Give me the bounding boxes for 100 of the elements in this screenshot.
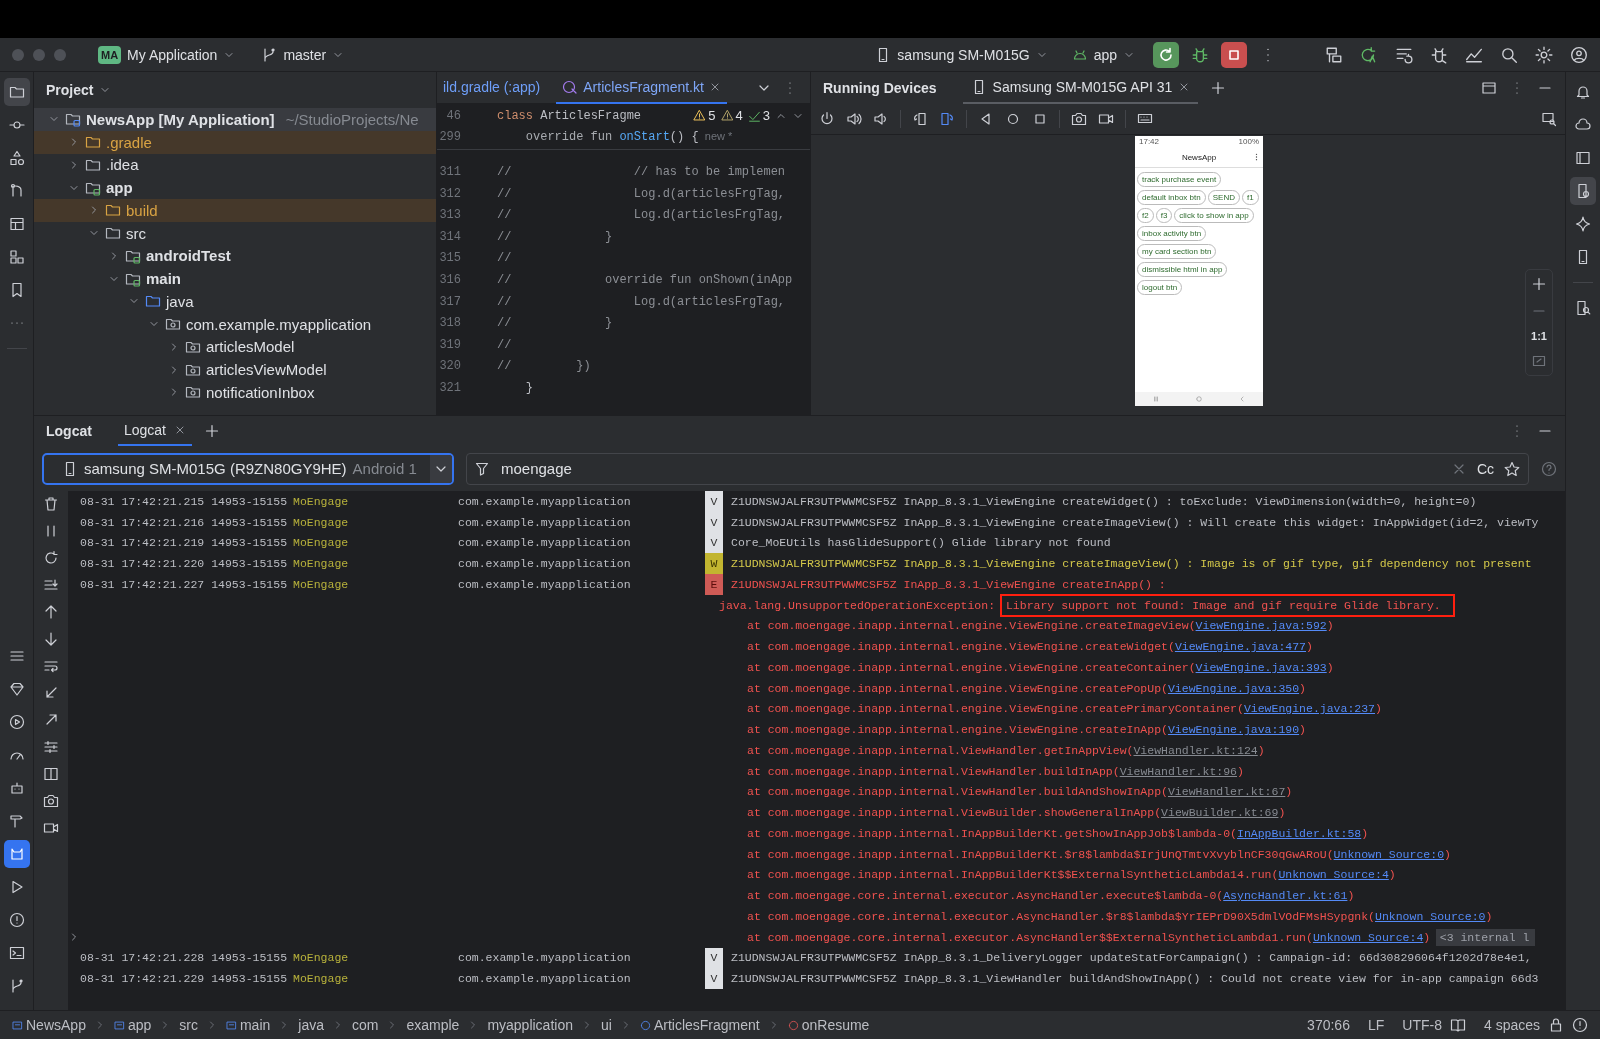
line-separator[interactable]: LF [1367, 1017, 1385, 1033]
source-link[interactable]: ViewHandler.kt:67 [1167, 785, 1286, 799]
structure-icon[interactable] [8, 249, 25, 265]
power-icon[interactable] [819, 111, 835, 127]
robot-icon[interactable] [8, 780, 25, 796]
tree-item[interactable]: notificationInbox [34, 381, 436, 404]
arrow-up-icon[interactable] [43, 604, 59, 620]
source-link[interactable]: ViewHandler.kt:96 [1119, 764, 1237, 778]
source-link[interactable]: Unknown Source:4 [1312, 930, 1424, 944]
project-view-selector[interactable]: Project [46, 82, 112, 98]
breadcrumb[interactable]: myapplication [487, 1017, 573, 1033]
tree-item[interactable]: .idea [34, 153, 436, 177]
problems-icon[interactable] [8, 912, 25, 928]
source-link[interactable]: AsyncHandler.kt:61 [1223, 889, 1348, 903]
filter-field[interactable]: moengage Cc [466, 452, 1529, 485]
phone-gear-icon[interactable] [1575, 183, 1591, 199]
tree-item[interactable]: articlesViewModel [34, 358, 436, 381]
camera-icon[interactable] [1071, 111, 1087, 127]
bug-arrow-icon[interactable] [1430, 45, 1448, 64]
source-link[interactable]: ViewBuilder.kt:69 [1161, 806, 1279, 820]
breadcrumb[interactable]: src [179, 1017, 198, 1033]
apply-code-icon[interactable] [1360, 45, 1378, 64]
cloud-icon[interactable] [1575, 117, 1591, 133]
source-link[interactable]: ViewEngine.java:393 [1195, 660, 1327, 674]
list-icon[interactable] [8, 648, 25, 664]
phone-search-icon[interactable] [1575, 300, 1591, 316]
source-link[interactable]: ViewEngine.java:350 [1167, 681, 1300, 695]
editor-tab[interactable]: ild.gradle (:app) [437, 72, 547, 104]
breadcrumb[interactable]: ArticlesFragment [639, 1017, 760, 1033]
video-icon[interactable] [43, 820, 59, 836]
device-selector[interactable]: samsung SM-M015G [869, 42, 1054, 67]
device-dropdown[interactable]: samsung SM-M015G (R9ZN80GY9HE) Android 1 [42, 452, 454, 485]
pull-request-icon[interactable] [8, 183, 25, 199]
split-icon[interactable] [43, 766, 59, 782]
bell-icon[interactable] [1575, 84, 1591, 100]
wrap-icon[interactable] [43, 658, 59, 674]
source-link[interactable]: Unknown Source:0 [1375, 909, 1486, 923]
plus-icon[interactable] [1210, 80, 1227, 96]
tree-item[interactable]: main [34, 267, 436, 290]
indent-setting[interactable]: 4 spaces [1483, 1017, 1540, 1033]
fit-screen-icon[interactable] [1531, 353, 1547, 369]
camera-icon[interactable] [43, 793, 59, 809]
device-tab[interactable]: Samsung SM-M015G API 31 [962, 72, 1199, 104]
cursor-position[interactable]: 370:66 [1307, 1017, 1350, 1033]
more-icon[interactable] [1255, 153, 1258, 161]
branch-selector[interactable]: master [255, 42, 351, 67]
match-case-toggle[interactable]: Cc [1476, 460, 1494, 477]
source-link[interactable]: ViewEngine.java:477 [1174, 640, 1306, 654]
breadcrumb[interactable]: java [298, 1017, 324, 1033]
tree-item[interactable]: com.example.myapplication [34, 312, 436, 336]
breadcrumb[interactable]: NewsApp [12, 1017, 86, 1033]
volume-up-icon[interactable] [846, 111, 862, 127]
run-configuration-selector[interactable]: app [1065, 42, 1141, 67]
source-link[interactable]: ViewEngine.java:237 [1243, 702, 1375, 716]
video-icon[interactable] [1098, 111, 1114, 127]
plus-icon[interactable] [1531, 276, 1547, 292]
tree-item[interactable]: NewsApp [My Application] ~/StudioProjects/Ne [34, 108, 436, 131]
rotate-left-icon[interactable] [912, 111, 928, 127]
stop-button[interactable] [1221, 41, 1247, 68]
cat-icon[interactable] [8, 846, 25, 862]
help-icon[interactable] [1541, 460, 1557, 477]
tree-item[interactable]: src [34, 221, 436, 245]
actual-size-button[interactable]: 1:1 [1531, 330, 1547, 342]
open-project-dropdown[interactable]: MA My Application [92, 41, 242, 68]
source-link[interactable]: ViewEngine.java:592 [1195, 619, 1327, 633]
breadcrumb[interactable]: example [406, 1017, 460, 1033]
trash-icon[interactable] [43, 496, 59, 512]
editor-tab[interactable]: ArticlesFragment.kt [556, 72, 727, 104]
breadcrumb[interactable]: main [225, 1017, 271, 1033]
terminal-icon[interactable] [8, 945, 25, 961]
book-icon[interactable] [1449, 1017, 1466, 1033]
collapsed-frames[interactable]: <3 internal l [1435, 928, 1535, 946]
rerun-button[interactable] [1153, 41, 1179, 68]
breadcrumb[interactable]: com [352, 1017, 379, 1033]
gem-icon[interactable] [8, 681, 25, 697]
sliders-icon[interactable] [43, 739, 59, 755]
folder-icon[interactable] [8, 84, 25, 100]
settings-icon[interactable] [1535, 45, 1553, 64]
breadcrumb[interactable]: app [113, 1017, 152, 1033]
tree-item[interactable]: app [34, 176, 436, 199]
tree-item[interactable]: articlesModel [34, 335, 436, 359]
overview-icon[interactable] [1032, 111, 1048, 127]
home-icon[interactable] [1005, 111, 1021, 127]
source-link[interactable]: ViewEngine.java:190 [1167, 723, 1300, 737]
inspection-count[interactable]: 5 [693, 108, 716, 124]
bug-icon[interactable] [1191, 45, 1209, 64]
scroll-to-end-icon[interactable] [43, 577, 59, 593]
plus-icon[interactable] [203, 423, 220, 439]
star-icon[interactable] [1504, 460, 1520, 477]
lock-icon[interactable] [1548, 1017, 1564, 1033]
breadcrumb[interactable]: onResume [787, 1017, 870, 1033]
arrow-down-left-icon[interactable] [43, 685, 59, 701]
source-link[interactable]: Unknown Source:4 [1278, 868, 1389, 882]
hammer-icon[interactable] [8, 813, 25, 829]
arrow-down-icon[interactable] [43, 631, 59, 647]
tree-item[interactable]: build [34, 199, 436, 222]
account-icon[interactable] [1570, 45, 1588, 64]
screen-search-icon[interactable] [1541, 111, 1557, 127]
window-icon[interactable] [1481, 80, 1497, 96]
table-icon[interactable] [8, 216, 25, 232]
